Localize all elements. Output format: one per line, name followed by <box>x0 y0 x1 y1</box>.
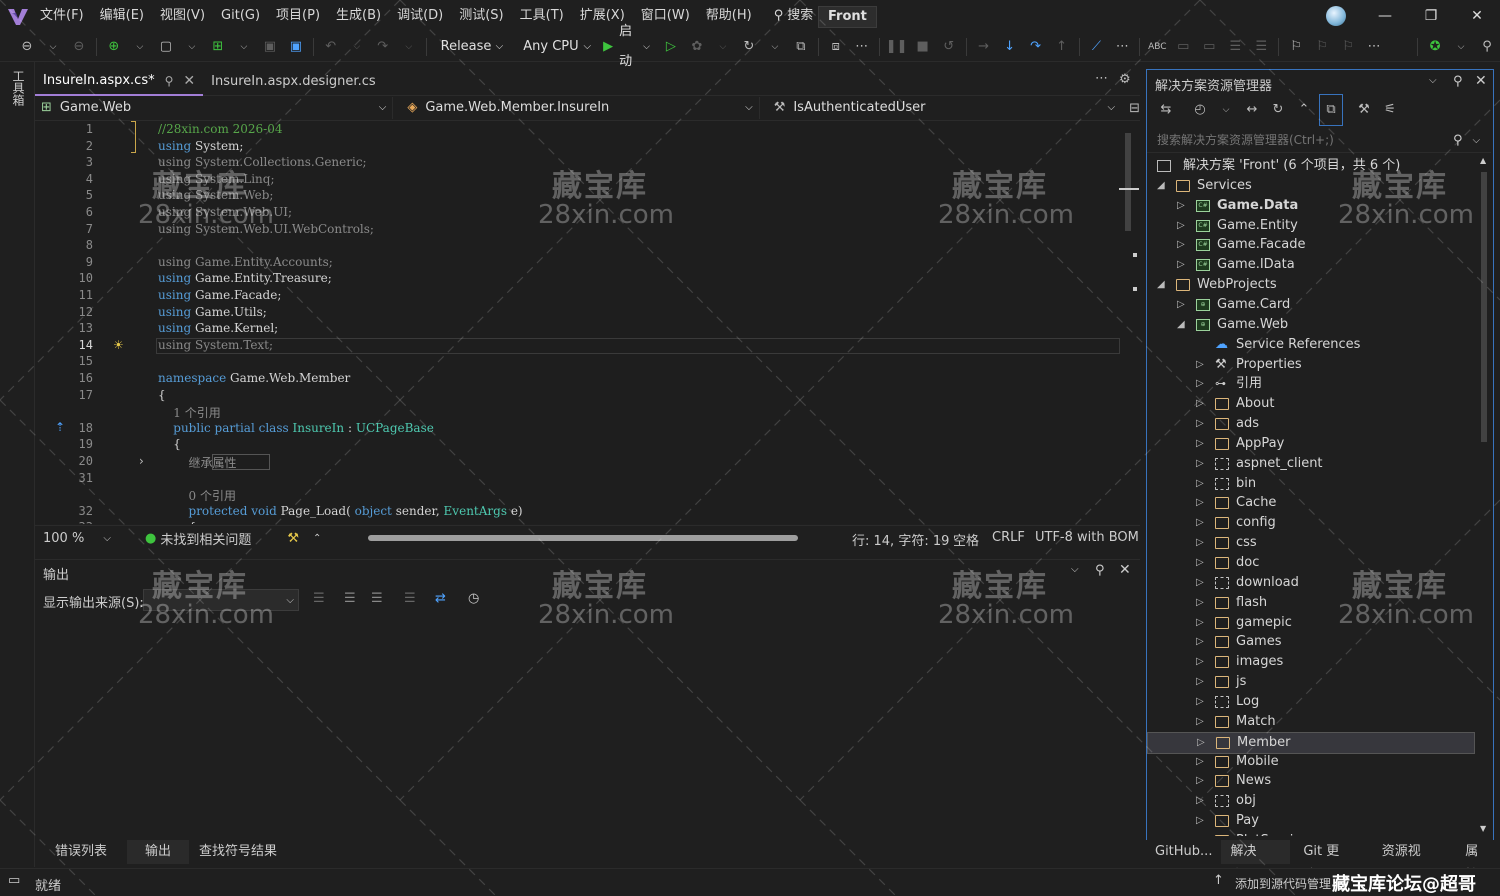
watermark-diagonal-lines <box>0 0 1500 895</box>
